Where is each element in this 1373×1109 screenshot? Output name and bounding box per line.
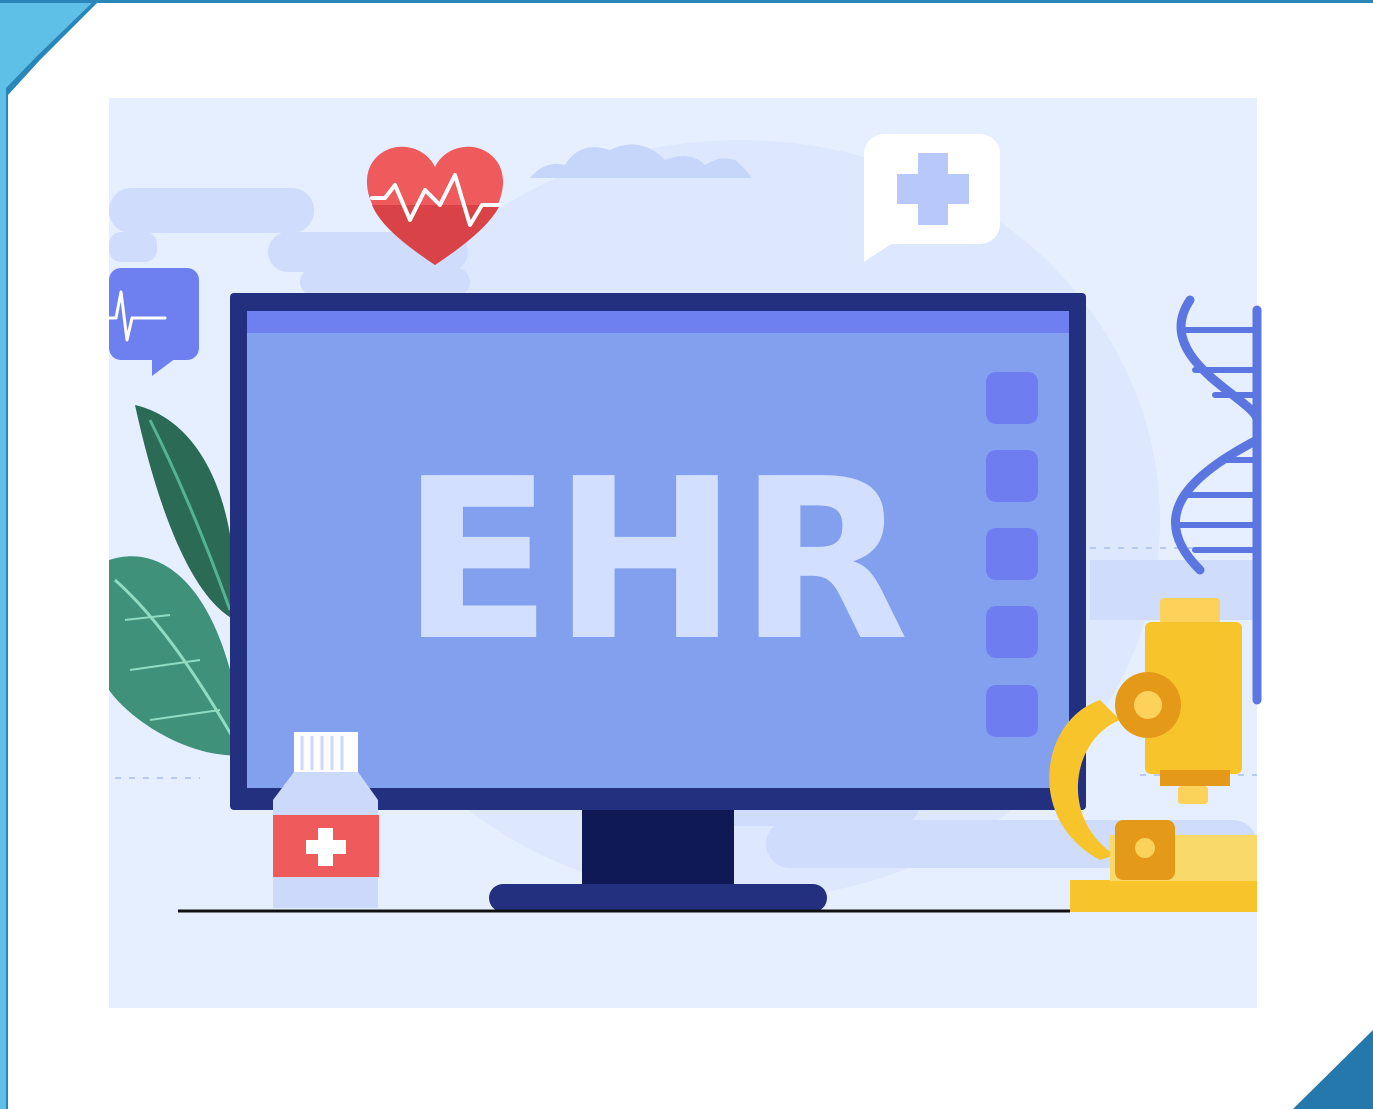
corner-accent (1293, 1030, 1373, 1109)
slide-frame: EHR (0, 0, 1373, 1109)
screen-title: EHR (401, 432, 909, 690)
pulse-chat-bubble-icon (107, 268, 199, 376)
monitor-base (489, 884, 827, 912)
monitor-screen-header (247, 311, 1069, 333)
ehr-illustration: EHR (0, 0, 1373, 1109)
medical-chat-bubble-icon (864, 134, 1000, 262)
monitor-neck (582, 805, 734, 890)
